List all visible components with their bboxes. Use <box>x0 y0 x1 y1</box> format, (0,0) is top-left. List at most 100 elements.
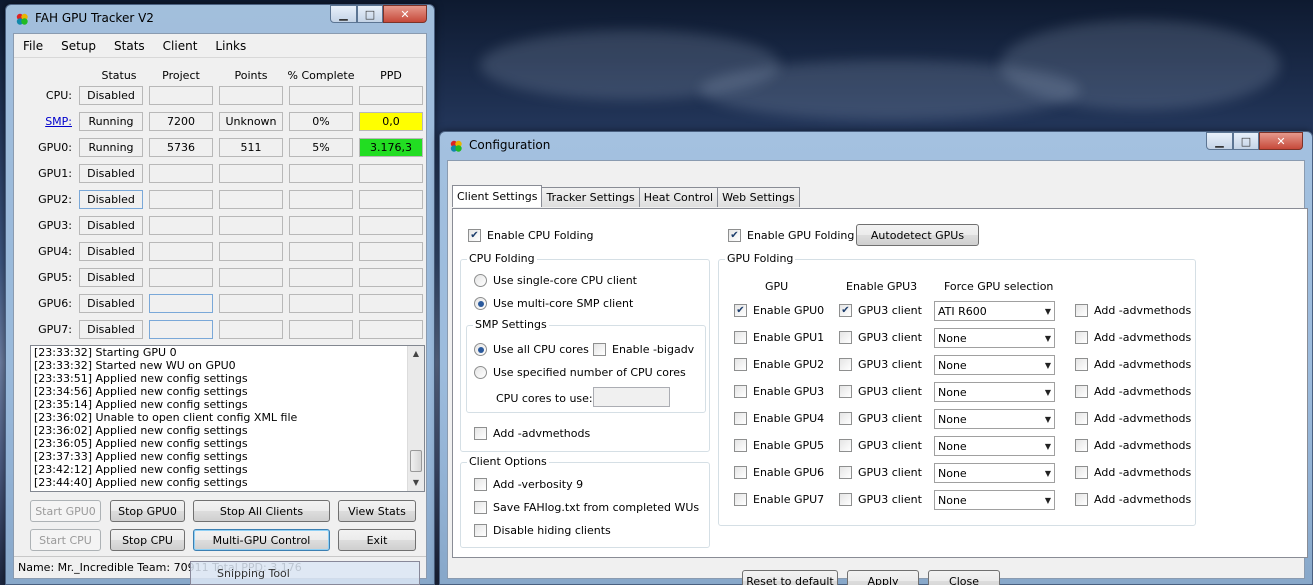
gpu3-client-6-checkbox[interactable]: GPU3 client <box>839 466 922 479</box>
checkbox-box <box>474 427 487 440</box>
gpu4-advmethods-checkbox[interactable]: Add -advmethods <box>1075 412 1191 425</box>
gpu-folding-group: GPU Folding GPU Enable GPU3 Force GPU se… <box>718 252 1196 526</box>
gpu6-status-field: Disabled <box>79 294 143 313</box>
gpu3-client-7-checkbox[interactable]: GPU3 client <box>839 493 922 506</box>
enable-gpu1-checkbox[interactable]: Enable GPU1 <box>734 331 824 344</box>
smp-complete-field: 0% <box>289 112 353 131</box>
gpu5-complete-field <box>289 268 353 287</box>
force-gpu-0-select[interactable]: ATI R600 ▼ <box>934 301 1055 321</box>
force-gpu-3-select[interactable]: None ▼ <box>934 382 1055 402</box>
tracker-titlebar[interactable]: FAH GPU Tracker V2 ▁ □ ✕ <box>13 5 427 33</box>
menu-file[interactable]: File <box>14 39 52 53</box>
menu-links[interactable]: Links <box>206 39 255 53</box>
gpu7-advmethods-checkbox[interactable]: Add -advmethods <box>1075 493 1191 506</box>
autodetect-gpus-button[interactable]: Autodetect GPUs <box>856 224 979 246</box>
gpu3-client-5-checkbox[interactable]: GPU3 client <box>839 439 922 452</box>
disable-hiding-checkbox[interactable]: Disable hiding clients <box>474 524 611 537</box>
scroll-thumb[interactable] <box>410 450 422 472</box>
gpu7-points-field <box>219 320 283 339</box>
row-label-gpu4: GPU4: <box>38 245 72 258</box>
scroll-down-icon[interactable]: ▼ <box>408 475 424 491</box>
force-gpu-4-select[interactable]: None ▼ <box>934 409 1055 429</box>
force-gpu-6-select[interactable]: None ▼ <box>934 463 1055 483</box>
client-options-legend: Client Options <box>467 455 549 468</box>
gpu5-advmethods-checkbox[interactable]: Add -advmethods <box>1075 439 1191 452</box>
single-core-radio[interactable]: Use single-core CPU client <box>474 274 637 287</box>
tab-client-settings[interactable]: Client Settings <box>452 185 543 207</box>
enable-gpu7-checkbox[interactable]: Enable GPU7 <box>734 493 824 506</box>
config-client-area: Client Settings Tracker Settings Heat Co… <box>447 160 1308 585</box>
tab-heat-control[interactable]: Heat Control <box>638 187 719 207</box>
tab-tracker-settings[interactable]: Tracker Settings <box>541 187 640 207</box>
radio-circle <box>474 343 487 356</box>
gpu3-client-1-checkbox[interactable]: GPU3 client <box>839 331 922 344</box>
close-icon: ✕ <box>1276 134 1286 148</box>
maximize-icon: □ <box>1240 134 1252 148</box>
radio-circle <box>474 366 487 379</box>
row-label-smp[interactable]: SMP: <box>16 115 72 128</box>
config-maximize-button[interactable]: □ <box>1233 132 1259 150</box>
gpu3-client-0-checkbox[interactable]: ✔ GPU3 client <box>839 304 922 317</box>
enable-gpu3-checkbox[interactable]: Enable GPU3 <box>734 385 824 398</box>
minimize-button[interactable]: ▁ <box>330 5 357 23</box>
gpu3-client-3-checkbox[interactable]: GPU3 client <box>839 385 922 398</box>
force-gpu-5-select[interactable]: None ▼ <box>934 436 1055 456</box>
cores-to-use-input[interactable] <box>593 387 670 407</box>
gpu2-advmethods-checkbox[interactable]: Add -advmethods <box>1075 358 1191 371</box>
use-specified-label: Use specified number of CPU cores <box>493 366 686 379</box>
use-all-cores-radio[interactable]: Use all CPU cores <box>474 343 589 356</box>
apply-button[interactable]: Apply <box>847 570 919 585</box>
gpu7-ppd-field <box>359 320 423 339</box>
stop-cpu-button[interactable]: Stop CPU <box>110 529 185 551</box>
gpu0-advmethods-checkbox[interactable]: Add -advmethods <box>1075 304 1191 317</box>
menu-setup[interactable]: Setup <box>52 39 105 53</box>
enable-gpu-folding-checkbox[interactable]: ✔ Enable GPU Folding <box>728 229 854 242</box>
use-specified-radio[interactable]: Use specified number of CPU cores <box>474 366 686 379</box>
enable-bigadv-checkbox[interactable]: Enable -bigadv <box>593 343 694 356</box>
maximize-button[interactable]: □ <box>357 5 383 23</box>
stop-all-clients-button[interactable]: Stop All Clients <box>193 500 330 522</box>
menu-stats[interactable]: Stats <box>105 39 154 53</box>
config-close-button[interactable]: ✕ <box>1259 132 1303 150</box>
gpu2-ppd-field <box>359 190 423 209</box>
config-titlebar[interactable]: Configuration ▁ □ ✕ <box>447 132 1305 160</box>
gpu1-advmethods-checkbox[interactable]: Add -advmethods <box>1075 331 1191 344</box>
tab-web-settings[interactable]: Web Settings <box>717 187 800 207</box>
enable-gpu4-checkbox[interactable]: Enable GPU4 <box>734 412 824 425</box>
gpu3-advmethods-checkbox[interactable]: Add -advmethods <box>1075 385 1191 398</box>
gpu3-client-2-checkbox[interactable]: GPU3 client <box>839 358 922 371</box>
gpu6-advmethods-checkbox[interactable]: Add -advmethods <box>1075 466 1191 479</box>
scroll-up-icon[interactable]: ▲ <box>408 346 424 362</box>
verbosity-label: Add -verbosity 9 <box>493 478 584 491</box>
verbosity-checkbox[interactable]: Add -verbosity 9 <box>474 478 583 491</box>
log-line: [23:33:51] Applied new config settings <box>34 372 248 385</box>
force-gpu-2-select[interactable]: None ▼ <box>934 355 1055 375</box>
multi-core-radio[interactable]: Use multi-core SMP client <box>474 297 633 310</box>
log-scrollbar[interactable]: ▲ ▼ <box>407 346 424 491</box>
gpu3-client-0-checkbox-label: GPU3 client <box>858 304 922 317</box>
close-config-button[interactable]: Close <box>928 570 1000 585</box>
exit-button[interactable]: Exit <box>338 529 416 551</box>
enable-cpu-folding-checkbox[interactable]: ✔ Enable CPU Folding <box>468 229 594 242</box>
start-gpu0-button[interactable]: Start GPU0 <box>30 500 101 522</box>
view-stats-button[interactable]: View Stats <box>338 500 416 522</box>
enable-gpu2-checkbox[interactable]: Enable GPU2 <box>734 358 824 371</box>
menu-client[interactable]: Client <box>154 39 207 53</box>
close-button[interactable]: ✕ <box>383 5 427 23</box>
force-gpu-7-select[interactable]: None ▼ <box>934 490 1055 510</box>
cpu-advmethods-checkbox[interactable]: Add -advmethods <box>474 427 590 440</box>
start-cpu-button[interactable]: Start CPU <box>30 529 101 551</box>
fah-tracker-icon <box>450 140 462 152</box>
save-fahlog-checkbox[interactable]: Save FAHlog.txt from completed WUs <box>474 501 699 514</box>
reset-to-default-button[interactable]: Reset to default <box>742 570 838 585</box>
event-log[interactable]: [23:33:32] Starting GPU 0 [23:33:32] Star… <box>30 345 425 492</box>
multi-gpu-control-button[interactable]: Multi-GPU Control <box>193 529 330 551</box>
force-gpu-1-select[interactable]: None ▼ <box>934 328 1055 348</box>
config-minimize-button[interactable]: ▁ <box>1206 132 1233 150</box>
enable-gpu0-checkbox[interactable]: ✔ Enable GPU0 <box>734 304 824 317</box>
enable-gpu5-checkbox[interactable]: Enable GPU5 <box>734 439 824 452</box>
enable-gpu6-checkbox[interactable]: Enable GPU6 <box>734 466 824 479</box>
stop-gpu0-button[interactable]: Stop GPU0 <box>110 500 185 522</box>
force-gpu-7-value: None <box>938 493 967 507</box>
gpu3-client-4-checkbox[interactable]: GPU3 client <box>839 412 922 425</box>
